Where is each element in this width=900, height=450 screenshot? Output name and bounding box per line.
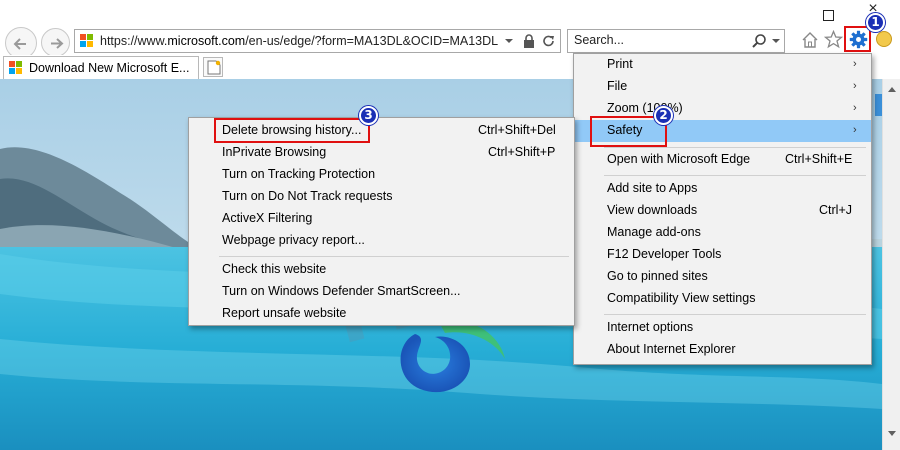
new-tab-icon <box>207 60 221 75</box>
menu-item-check-this-website[interactable]: Check this website <box>189 259 574 281</box>
address-url[interactable]: https://www.microsoft.com/en-us/edge/?fo… <box>100 34 498 48</box>
search-dropdown-icon[interactable] <box>772 39 780 43</box>
menu-separator <box>219 256 569 257</box>
favorites-star-icon[interactable] <box>823 29 844 49</box>
feedback-smiley-icon[interactable] <box>876 31 892 47</box>
chevron-right-icon: › <box>853 102 857 114</box>
menu-separator <box>604 175 866 176</box>
search-box[interactable] <box>567 29 785 53</box>
menu-item-pinned-sites[interactable]: Go to pinned sites <box>574 266 871 288</box>
refresh-icon[interactable] <box>542 33 556 49</box>
step-badge-3: 3 <box>359 106 378 125</box>
menu-item-manage-add-ons[interactable]: Manage add-ons <box>574 222 871 244</box>
chevron-right-icon: › <box>853 58 857 70</box>
tools-button[interactable] <box>844 26 871 52</box>
menu-separator <box>604 147 866 148</box>
tab-title: Download New Microsoft E... <box>29 61 190 75</box>
microsoft-logo-icon <box>80 34 94 48</box>
microsoft-logo-icon <box>9 61 23 75</box>
menu-item-delete-browsing-history[interactable]: Delete browsing history... Ctrl+Shift+De… <box>189 120 574 142</box>
forward-arrow-icon <box>51 38 64 49</box>
menu-item-about-ie[interactable]: About Internet Explorer <box>574 339 871 361</box>
step-badge-1: 1 <box>866 13 885 32</box>
tools-menu: Print › File › Zoom (100%) › Safety › Op… <box>573 53 872 365</box>
menu-item-do-not-track[interactable]: Turn on Do Not Track requests <box>189 186 574 208</box>
menu-item-internet-options[interactable]: Internet options <box>574 317 871 339</box>
menu-item-file[interactable]: File › <box>574 76 871 98</box>
menu-item-zoom[interactable]: Zoom (100%) › <box>574 98 871 120</box>
gear-icon <box>849 30 868 49</box>
menu-item-print[interactable]: Print › <box>574 54 871 76</box>
step-badge-2: 2 <box>654 106 673 125</box>
menu-separator <box>604 314 866 315</box>
scroll-down-arrow-icon[interactable] <box>888 431 896 436</box>
maximize-icon[interactable] <box>823 10 834 21</box>
tab-download-edge[interactable]: Download New Microsoft E... <box>3 56 199 79</box>
home-icon[interactable] <box>801 31 819 49</box>
menu-item-smartscreen[interactable]: Turn on Windows Defender SmartScreen... <box>189 281 574 303</box>
new-tab-button[interactable] <box>203 57 223 77</box>
menu-item-compatibility-view[interactable]: Compatibility View settings <box>574 288 871 310</box>
address-dropdown-icon[interactable] <box>502 33 516 49</box>
search-input[interactable] <box>574 33 734 47</box>
menu-item-f12-developer-tools[interactable]: F12 Developer Tools <box>574 244 871 266</box>
scroll-up-arrow-icon[interactable] <box>888 87 896 92</box>
menu-item-view-downloads[interactable]: View downloads Ctrl+J <box>574 200 871 222</box>
address-bar[interactable]: https://www.microsoft.com/en-us/edge/?fo… <box>74 29 561 53</box>
vertical-scrollbar[interactable] <box>882 79 900 450</box>
menu-item-add-site-to-apps[interactable]: Add site to Apps <box>574 178 871 200</box>
lock-icon[interactable] <box>522 33 536 49</box>
menu-item-webpage-privacy-report[interactable]: Webpage privacy report... <box>189 230 574 252</box>
chevron-right-icon: › <box>853 124 857 136</box>
menu-item-activex-filtering[interactable]: ActiveX Filtering <box>189 208 574 230</box>
safety-submenu: Delete browsing history... Ctrl+Shift+De… <box>188 117 575 326</box>
menu-item-tracking-protection[interactable]: Turn on Tracking Protection <box>189 164 574 186</box>
chevron-right-icon: › <box>853 80 857 92</box>
menu-item-report-unsafe-website[interactable]: Report unsafe website <box>189 303 574 325</box>
forward-button[interactable] <box>41 28 70 57</box>
menu-item-open-with-edge[interactable]: Open with Microsoft Edge Ctrl+Shift+E <box>574 149 871 171</box>
menu-item-inprivate-browsing[interactable]: InPrivate Browsing Ctrl+Shift+P <box>189 142 574 164</box>
search-icon[interactable] <box>751 33 767 49</box>
menu-item-safety[interactable]: Safety › <box>574 120 871 142</box>
